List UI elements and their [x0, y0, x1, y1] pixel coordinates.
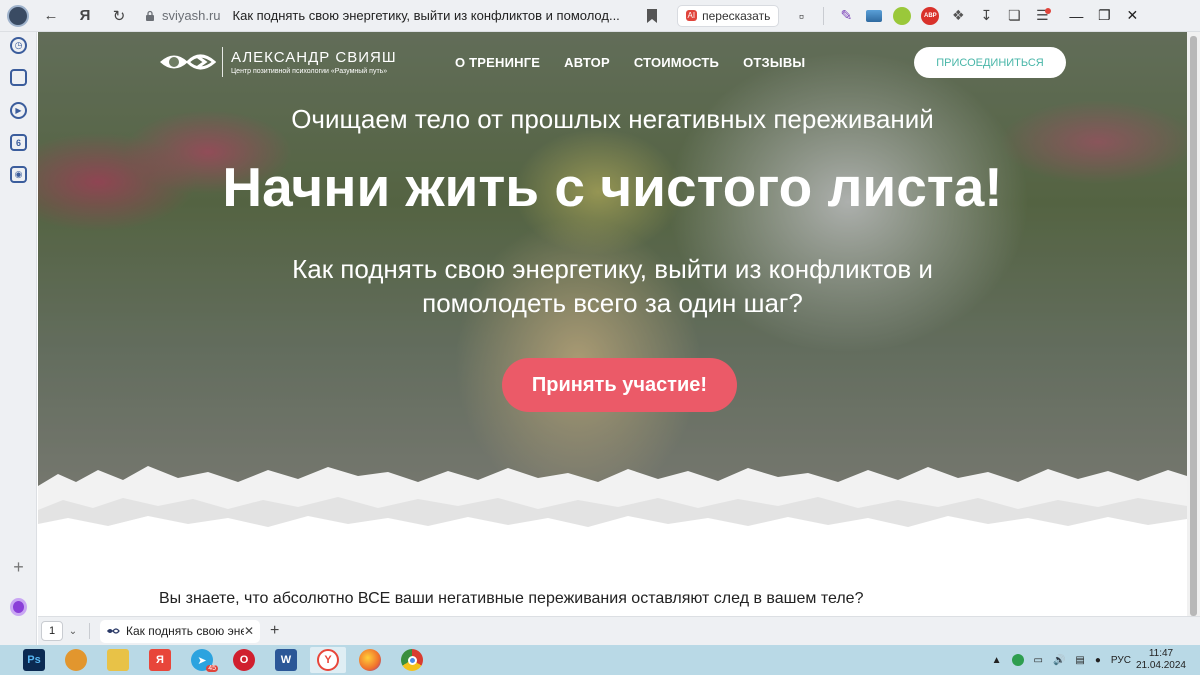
taskbar-chrome[interactable] — [394, 647, 430, 673]
yandex-disk-icon — [65, 649, 87, 671]
torn-paper-divider — [38, 466, 1187, 562]
download-icon[interactable]: ↧ — [972, 0, 1000, 32]
alice-assistant-icon[interactable] — [10, 597, 27, 616]
tab-favicon-icon — [107, 628, 120, 634]
opera-icon: O — [233, 649, 255, 671]
translate-icon[interactable]: ❖ — [944, 0, 972, 32]
browser-toolbar: ← Я ↻ sviyash.ru Как поднять свою энерге… — [0, 0, 1200, 32]
restore-icon[interactable]: ❐ — [1090, 0, 1118, 32]
taskbar-photoshop[interactable]: Ps — [16, 647, 52, 673]
clock-time: 11:47 — [1148, 648, 1174, 659]
intro-text: Вы знаете, что абсолютно ВСЕ ваши негати… — [159, 590, 864, 607]
tab-label: Как поднять свою энер — [126, 624, 244, 638]
pen-extension-icon[interactable]: ✎ — [832, 0, 860, 32]
notifications-icon[interactable]: ☰ — [1028, 0, 1056, 32]
video-icon[interactable]: ▶ — [10, 102, 27, 119]
hero-question: Как поднять свою энергетику, выйти из ко… — [38, 252, 1187, 320]
yandex-icon: Я — [149, 649, 171, 671]
folder-icon — [107, 649, 129, 671]
system-tray: ▲ ▭ 🔊 ▤ ● РУС 11:47 21.04.2024 — [987, 645, 1200, 675]
site-logo[interactable]: АЛЕКСАНДР СВИЯШ Центр позитивной психоло… — [158, 47, 397, 77]
retell-label: пересказать — [702, 8, 771, 23]
toolbar-divider — [823, 6, 825, 25]
hero-question-line-1: Как поднять свою энергетику, выйти из ко… — [292, 254, 933, 284]
tray-volume-icon[interactable]: 🔊 — [1053, 655, 1065, 666]
join-button[interactable]: ПРИСОЕДИНИТЬСЯ — [914, 47, 1066, 78]
main-nav: О ТРЕНИНГЕ АВТОР СТОИМОСТЬ ОТЗЫВЫ — [455, 55, 805, 70]
tray-battery-icon[interactable]: ▭ — [1034, 655, 1043, 666]
adblock-icon[interactable]: ABP — [916, 0, 944, 32]
chrome-icon — [401, 649, 423, 671]
address-domain[interactable]: sviyash.ru — [162, 8, 221, 23]
tray-network-icon[interactable]: ▤ — [1075, 655, 1084, 666]
hero-kicker: Очищаем тело от прошлых негативных переж… — [291, 104, 934, 134]
collections-icon[interactable]: ❏ — [1000, 0, 1028, 32]
tab-strip: 1 ⌄ Как поднять свою энер ✕ + — [38, 616, 1200, 645]
bookmark-icon[interactable] — [645, 8, 659, 24]
history-icon[interactable]: ◷ — [10, 37, 27, 54]
tab-active[interactable]: Как поднять свою энер ✕ — [100, 619, 260, 643]
camera-icon[interactable]: ◉ — [10, 166, 27, 183]
green-extension-icon[interactable] — [888, 0, 916, 32]
sidebar-badge-icon[interactable]: 6 — [10, 134, 27, 151]
firefox-icon — [359, 649, 381, 671]
tray-clock[interactable]: 11:47 21.04.2024 — [1136, 648, 1186, 672]
nav-item-training[interactable]: О ТРЕНИНГЕ — [455, 55, 540, 70]
scrollbar-thumb[interactable] — [1190, 36, 1197, 616]
chevron-down-icon[interactable]: ⌄ — [63, 626, 83, 637]
new-tab-button[interactable]: + — [270, 622, 279, 640]
taskbar-yandex-browser[interactable]: Y — [310, 647, 346, 673]
lock-icon — [146, 10, 154, 21]
minimize-icon[interactable]: — — [1062, 0, 1090, 32]
clock-date: 21.04.2024 — [1135, 660, 1186, 671]
word-icon: W — [275, 649, 297, 671]
participate-button[interactable]: Принять участие! — [502, 358, 737, 412]
back-icon[interactable]: ← — [34, 0, 68, 32]
address-bar[interactable]: sviyash.ru Как поднять свою энергетику, … — [140, 4, 623, 28]
tray-mic-icon[interactable]: ● — [1095, 655, 1101, 666]
logo-text: АЛЕКСАНДР СВИЯШ Центр позитивной психоло… — [231, 49, 397, 75]
tray-language[interactable]: РУС — [1111, 655, 1131, 666]
tab-count[interactable]: 1 — [41, 621, 63, 641]
page-title: Как поднять свою энергетику, выйти из ко… — [232, 8, 620, 23]
close-tab-icon[interactable]: ✕ — [244, 624, 254, 638]
yandex-home-icon[interactable]: Я — [68, 0, 102, 32]
taskbar-firefox[interactable] — [352, 647, 388, 673]
logo-subtitle: Центр позитивной психологии «Разумный пу… — [231, 68, 388, 75]
telegram-badge: 45 — [206, 665, 218, 672]
web-page: АЛЕКСАНДР СВИЯШ Центр позитивной психоло… — [38, 32, 1187, 616]
taskbar-yandex[interactable]: Я — [142, 647, 178, 673]
reload-icon[interactable]: ↻ — [102, 0, 136, 32]
nav-item-price[interactable]: СТОИМОСТЬ — [634, 55, 719, 70]
taskbar-file-explorer[interactable] — [100, 647, 136, 673]
taskbar-opera[interactable]: O — [226, 647, 262, 673]
browser-sidebar: ◷ ▶ 6 ◉ + — [0, 32, 37, 645]
windows-taskbar: Ps Я ➤ 45 O W Y ▲ ▭ 🔊 ▤ ● РУС 11:47 21.04… — [0, 645, 1200, 675]
nav-item-reviews[interactable]: ОТЗЫВЫ — [743, 55, 805, 70]
hero-question-line-2: помолодеть всего за один шаг? — [422, 288, 803, 318]
image-extension-icon[interactable] — [860, 0, 888, 32]
tab-divider — [89, 623, 90, 639]
logo-eye-icon — [160, 54, 216, 70]
nav-item-author[interactable]: АВТОР — [564, 55, 610, 70]
hero-headline: Начни жить с чистого листа! — [222, 156, 1003, 218]
photoshop-icon: Ps — [23, 649, 45, 671]
taskbar-yandex-disk[interactable] — [58, 647, 94, 673]
reader-icon[interactable]: ▫ — [787, 0, 815, 32]
logo-name: АЛЕКСАНДР СВИЯШ — [231, 49, 397, 66]
taskbar-word[interactable]: W — [268, 647, 304, 673]
logo-separator — [222, 47, 223, 77]
collections-sidebar-icon[interactable] — [10, 69, 27, 86]
close-window-icon[interactable]: ✕ — [1118, 0, 1146, 32]
tray-kaspersky-icon[interactable] — [1011, 654, 1024, 666]
ai-badge: AI — [685, 10, 698, 21]
profile-avatar[interactable] — [7, 4, 29, 27]
yandex-browser-icon: Y — [317, 649, 339, 671]
tray-chevron-icon[interactable]: ▲ — [992, 655, 1002, 666]
taskbar-telegram[interactable]: ➤ 45 — [184, 647, 220, 673]
retell-button[interactable]: AI пересказать — [676, 4, 780, 27]
add-panel-icon[interactable]: + — [10, 557, 27, 577]
page-scrollbar[interactable] — [1187, 32, 1200, 616]
